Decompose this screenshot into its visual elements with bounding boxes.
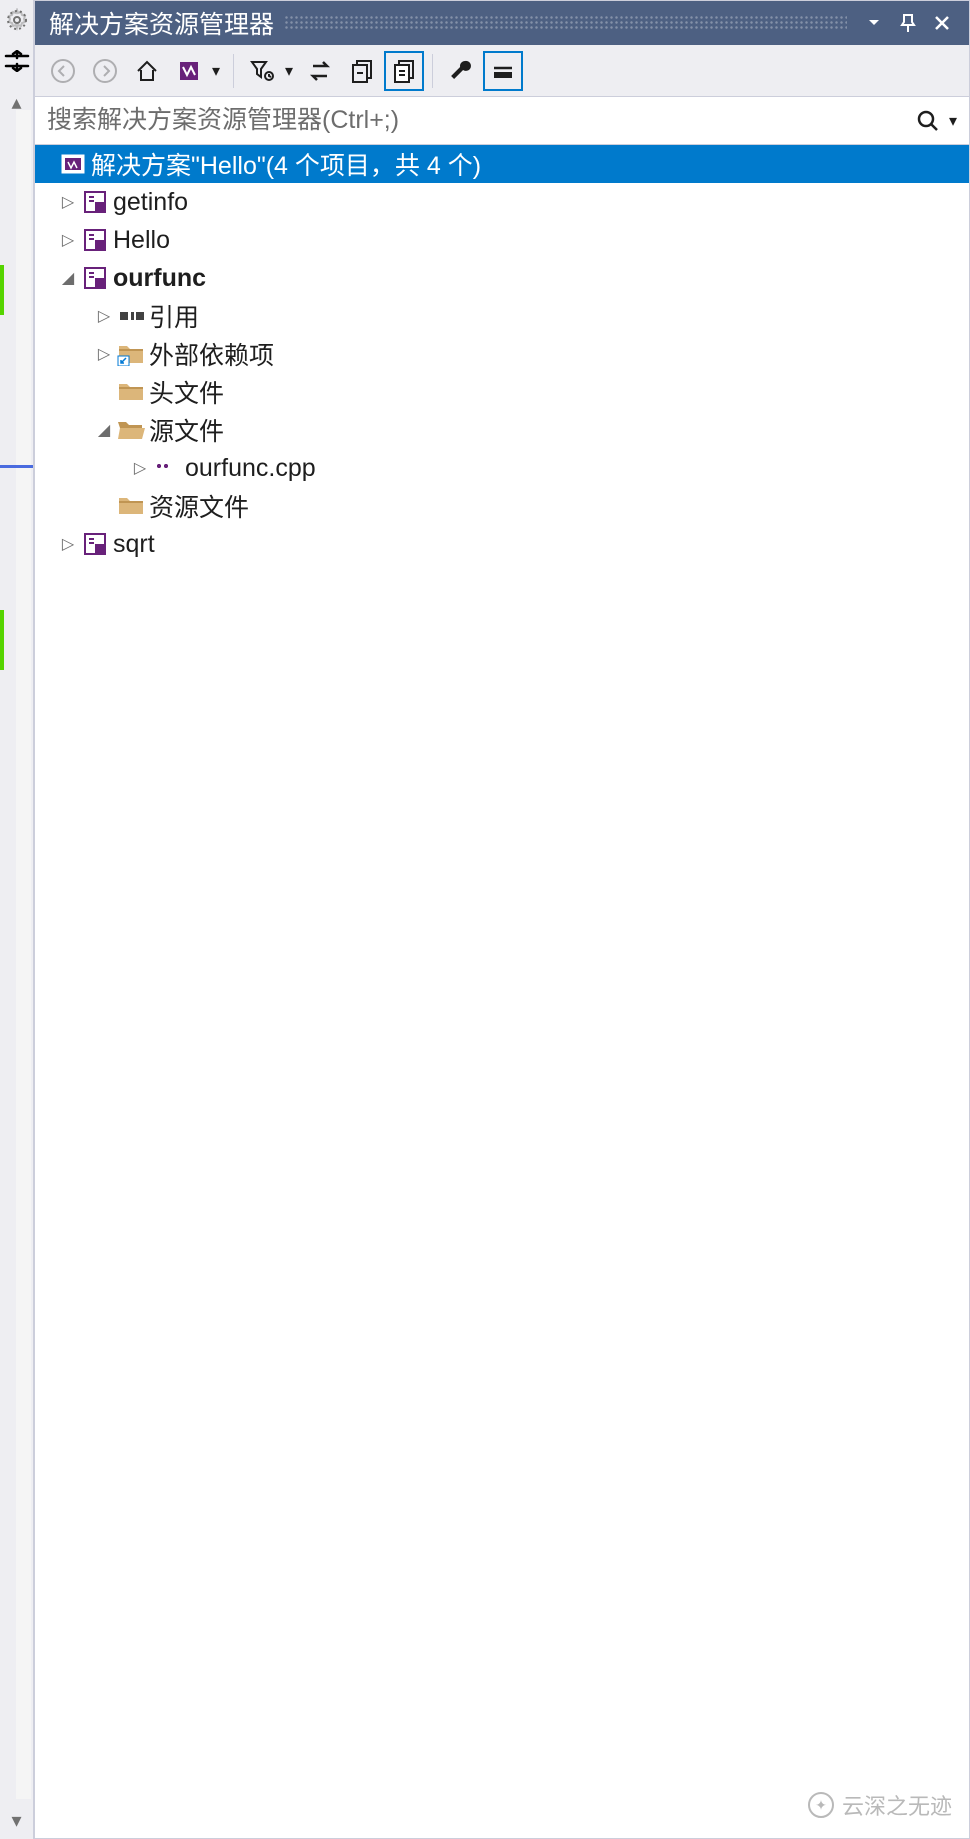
- properties-button[interactable]: [441, 51, 481, 91]
- watermark: ✦ 云深之无迹: [808, 1789, 952, 1821]
- folder-icon: [115, 495, 147, 517]
- project-label: ourfunc: [111, 264, 206, 293]
- scrollbar-track[interactable]: [16, 110, 31, 1799]
- collapse-all-button[interactable]: [342, 51, 382, 91]
- project-node-sqrt[interactable]: ▷ sqrt: [35, 525, 969, 563]
- project-node-ourfunc[interactable]: ◢ ourfunc: [35, 259, 969, 297]
- watermark-icon: ✦: [808, 1792, 834, 1818]
- marker-current-line: [0, 465, 33, 468]
- project-node-getinfo[interactable]: ▷ getinfo: [35, 183, 969, 221]
- project-label: Hello: [111, 226, 170, 255]
- project-label: sqrt: [111, 530, 155, 559]
- sources-folder-node[interactable]: ◢ 源文件: [35, 411, 969, 449]
- references-node[interactable]: ▷ 引用: [35, 297, 969, 335]
- panel-titlebar[interactable]: 解决方案资源管理器: [35, 1, 969, 45]
- search-bar: ▾: [35, 97, 969, 145]
- expander-icon[interactable]: ▷: [57, 192, 79, 212]
- project-label: getinfo: [111, 188, 188, 217]
- folder-label: 头文件: [147, 374, 224, 410]
- show-all-files-button[interactable]: [384, 51, 424, 91]
- toolbar: ▾ ▾: [35, 45, 969, 97]
- dropdown-icon[interactable]: [857, 6, 891, 40]
- project-icon: [79, 531, 111, 557]
- solution-node[interactable]: 解决方案"Hello"(4 个项目，共 4 个): [35, 145, 969, 183]
- split-icon[interactable]: [4, 50, 30, 72]
- back-button: [43, 51, 83, 91]
- folder-label: 外部依赖项: [147, 336, 274, 372]
- change-marker: [0, 265, 4, 315]
- search-input[interactable]: [47, 106, 907, 135]
- folder-label: 引用: [147, 298, 199, 334]
- solution-tree: 解决方案"Hello"(4 个项目，共 4 个) ▷ getinfo ▷ Hel…: [35, 145, 969, 1838]
- folder-label: 资源文件: [147, 488, 249, 524]
- solution-icon: [57, 151, 89, 177]
- switch-views-button[interactable]: [169, 51, 209, 91]
- gear-icon[interactable]: [5, 8, 29, 32]
- expander-icon[interactable]: ◢: [57, 268, 79, 288]
- watermark-text: 云深之无迹: [842, 1789, 952, 1821]
- home-button[interactable]: [127, 51, 167, 91]
- headers-folder-node[interactable]: ▷ 头文件: [35, 373, 969, 411]
- cpp-file-icon: [151, 458, 183, 478]
- sync-button[interactable]: [300, 51, 340, 91]
- folder-icon: [115, 381, 147, 403]
- solution-explorer-panel: 解决方案资源管理器 ▾ ▾ ▾: [34, 0, 970, 1839]
- project-icon: [79, 265, 111, 291]
- expander-icon[interactable]: ▷: [93, 306, 115, 326]
- project-icon: [79, 227, 111, 253]
- resources-folder-node[interactable]: ▷ 资源文件: [35, 487, 969, 525]
- pending-changes-filter-button[interactable]: [242, 51, 282, 91]
- references-icon: [115, 310, 147, 322]
- search-icon[interactable]: [907, 101, 949, 141]
- filter-dropdown[interactable]: ▾: [284, 61, 298, 81]
- folder-open-icon: [115, 419, 147, 441]
- project-icon: [79, 189, 111, 215]
- folder-label: 源文件: [147, 412, 224, 448]
- expander-icon[interactable]: ▷: [57, 534, 79, 554]
- file-label: ourfunc.cpp: [183, 454, 316, 483]
- expander-icon[interactable]: ◢: [93, 420, 115, 440]
- scroll-down-icon[interactable]: ▾: [11, 1808, 21, 1833]
- panel-title: 解决方案资源管理器: [49, 5, 274, 41]
- solution-label: 解决方案"Hello"(4 个项目，共 4 个): [89, 146, 481, 182]
- forward-button: [85, 51, 125, 91]
- external-deps-node[interactable]: ▷ 外部依赖项: [35, 335, 969, 373]
- toolbar-separator: [233, 54, 234, 88]
- editor-gutter: ▴ ▾: [0, 0, 34, 1839]
- titlebar-grip[interactable]: [284, 15, 847, 31]
- preview-button[interactable]: [483, 51, 523, 91]
- toolbar-separator: [432, 54, 433, 88]
- project-node-hello[interactable]: ▷ Hello: [35, 221, 969, 259]
- close-icon[interactable]: [925, 6, 959, 40]
- switch-views-dropdown[interactable]: ▾: [211, 61, 225, 81]
- expander-icon[interactable]: ▷: [93, 344, 115, 364]
- folder-shortcut-icon: [115, 342, 147, 366]
- change-marker: [0, 610, 4, 670]
- search-dropdown[interactable]: ▾: [949, 111, 965, 131]
- expander-icon[interactable]: ▷: [129, 458, 151, 478]
- expander-icon[interactable]: ▷: [57, 230, 79, 250]
- file-node-ourfunc-cpp[interactable]: ▷ ourfunc.cpp: [35, 449, 969, 487]
- pin-icon[interactable]: [891, 6, 925, 40]
